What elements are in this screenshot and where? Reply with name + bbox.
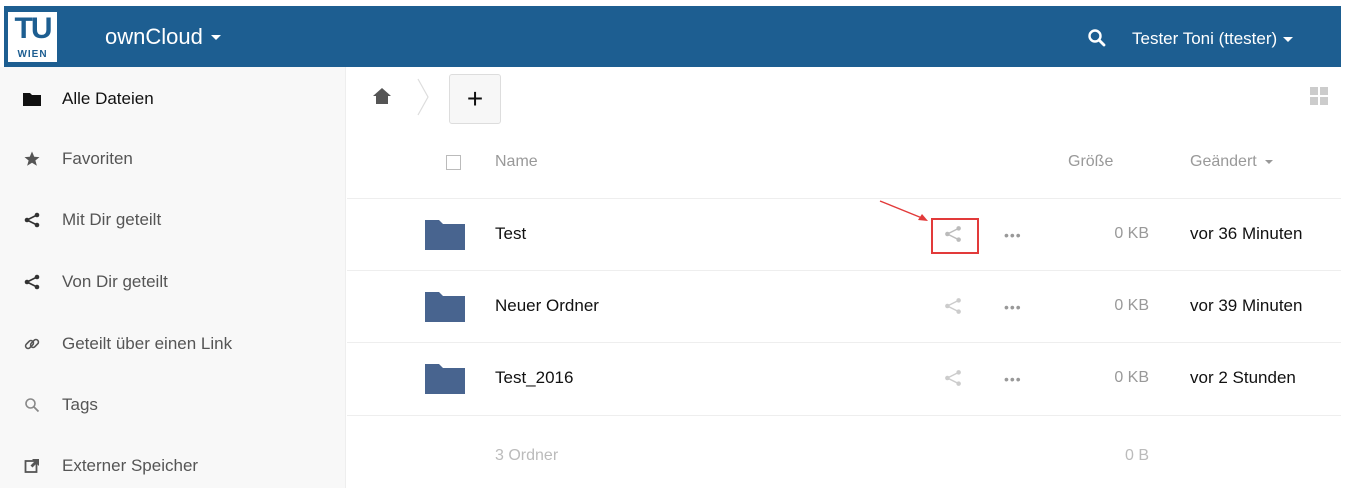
sidebar-item-label: Externer Speicher xyxy=(62,456,199,475)
tu-wien-logo[interactable]: TU WIEN xyxy=(8,12,57,62)
file-modified: vor 36 Minuten xyxy=(1190,224,1303,243)
sidebar-item-shared-by-link[interactable]: Geteilt über einen Link xyxy=(0,315,346,373)
chevron-down-icon xyxy=(210,34,221,40)
user-name: Tester Toni (ttester) xyxy=(1132,29,1278,48)
sidebar-item-tags[interactable]: Tags xyxy=(0,376,346,434)
sort-down-icon xyxy=(1264,159,1273,164)
summary-row: 3 Ordner 0 B xyxy=(347,415,1341,488)
share-icon xyxy=(22,210,42,230)
column-header-size[interactable]: Größe xyxy=(1068,153,1113,171)
table-row[interactable]: Test_2016 ••• 0 KB vor 2 Stunden xyxy=(347,342,1341,414)
share-icon xyxy=(22,272,42,292)
folder-icon xyxy=(425,364,465,394)
breadcrumb-separator xyxy=(417,78,429,116)
column-modified-label: Geändert xyxy=(1190,153,1257,170)
app-menu[interactable]: ownCloud xyxy=(105,24,221,50)
sidebar-item-label: Von Dir geteilt xyxy=(62,272,168,291)
chevron-down-icon xyxy=(1283,36,1294,42)
sidebar-item-label: Alle Dateien xyxy=(62,89,154,108)
sidebar-item-all-files[interactable]: Alle Dateien xyxy=(0,70,346,128)
folder-icon xyxy=(425,220,465,250)
file-name[interactable]: Test xyxy=(495,224,526,244)
sidebar-item-external-storage[interactable]: Externer Speicher xyxy=(0,437,346,488)
sidebar: Alle Dateien Favoriten Mit Dir geteilt V… xyxy=(0,67,346,488)
logo-tu-text: TU xyxy=(14,12,53,45)
column-size-label: Größe xyxy=(1068,153,1114,170)
file-name[interactable]: Test_2016 xyxy=(495,368,573,388)
sidebar-item-label: Geteilt über einen Link xyxy=(62,334,233,353)
column-header-modified[interactable]: Geändert xyxy=(1190,153,1273,171)
column-name-label: Name xyxy=(495,153,538,170)
select-all-checkbox[interactable] xyxy=(446,155,461,170)
more-actions-button[interactable]: ••• xyxy=(1004,227,1022,243)
link-icon xyxy=(22,334,42,354)
file-modified: vor 39 Minuten xyxy=(1190,296,1303,315)
file-size: 0 KB xyxy=(1114,297,1149,314)
file-size: 0 KB xyxy=(1114,225,1149,242)
search-icon xyxy=(22,395,42,415)
file-size: 0 KB xyxy=(1114,369,1149,386)
sidebar-item-favorites[interactable]: Favoriten xyxy=(0,130,346,188)
grid-view-icon[interactable] xyxy=(1310,87,1328,105)
annotation-arrow-icon xyxy=(879,200,928,221)
summary-count: 3 Ordner xyxy=(495,447,559,464)
file-modified: vor 2 Stunden xyxy=(1190,368,1296,387)
folder-icon xyxy=(425,292,465,322)
home-icon[interactable] xyxy=(372,86,392,106)
app-name: ownCloud xyxy=(105,24,203,49)
sidebar-item-shared-with-you[interactable]: Mit Dir geteilt xyxy=(0,191,346,249)
more-actions-button[interactable]: ••• xyxy=(1004,371,1022,387)
sidebar-item-label: Favoriten xyxy=(62,149,133,168)
sidebar-item-shared-by-you[interactable]: Von Dir geteilt xyxy=(0,253,346,311)
share-highlight-box xyxy=(931,218,979,254)
top-bar: TU WIEN ownCloud Tester Toni (ttester) xyxy=(4,6,1341,67)
user-menu[interactable]: Tester Toni (ttester) xyxy=(1132,29,1294,49)
search-icon[interactable] xyxy=(1087,28,1107,48)
file-name[interactable]: Neuer Ordner xyxy=(495,296,599,316)
folder-icon xyxy=(22,89,42,109)
new-button[interactable]: + xyxy=(449,74,501,124)
summary-size: 0 B xyxy=(1124,447,1149,464)
table-row[interactable]: Neuer Ordner ••• 0 KB vor 39 Minuten xyxy=(347,270,1341,342)
external-icon xyxy=(22,456,42,476)
share-icon[interactable] xyxy=(943,368,963,388)
sidebar-item-label: Mit Dir geteilt xyxy=(62,210,162,229)
column-header-name[interactable]: Name xyxy=(495,153,538,171)
logo-wien-text: WIEN xyxy=(17,49,48,60)
table-row[interactable]: Test ••• 0 KB vor 36 Minuten xyxy=(347,198,1341,270)
share-icon[interactable] xyxy=(943,296,963,316)
star-icon xyxy=(22,149,42,169)
sidebar-item-label: Tags xyxy=(62,395,98,414)
more-actions-button[interactable]: ••• xyxy=(1004,299,1022,315)
